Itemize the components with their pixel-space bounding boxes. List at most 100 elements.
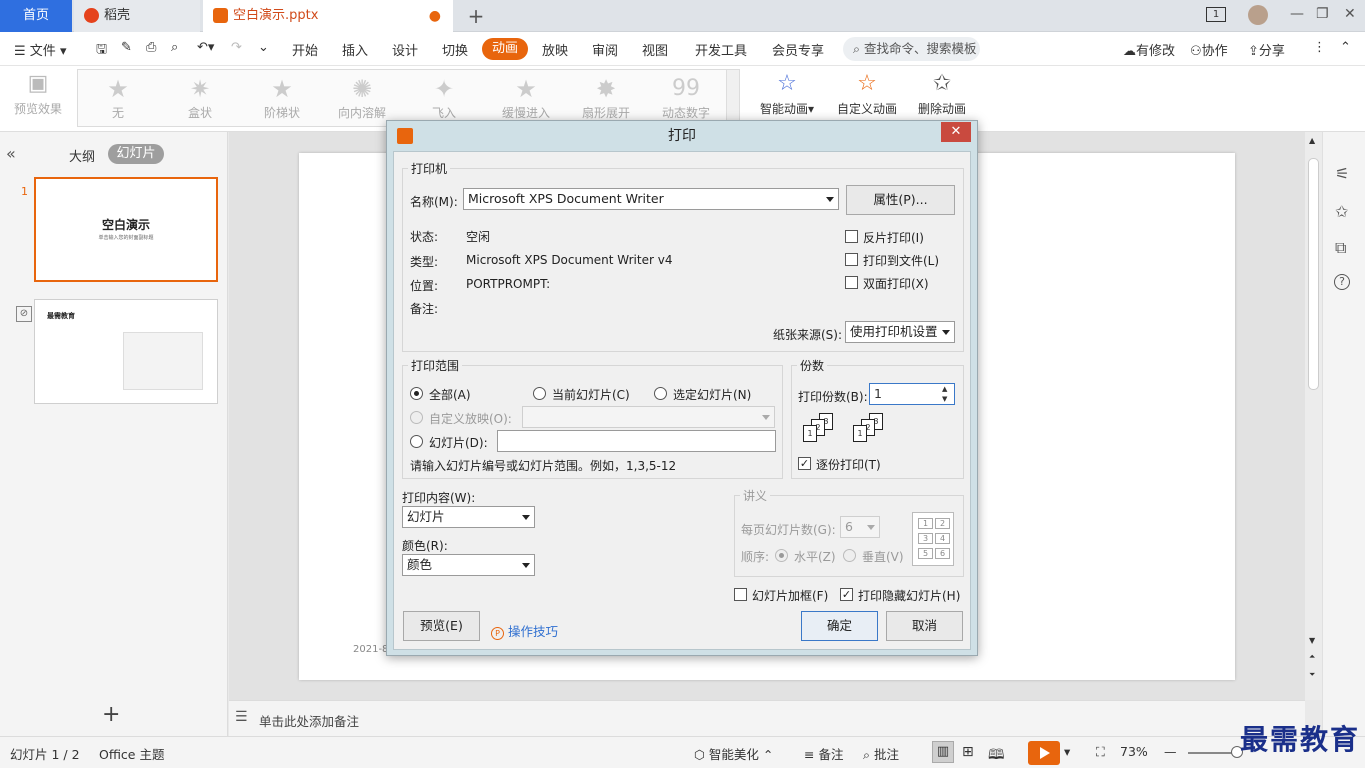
normal-view-icon[interactable]: ▥: [932, 741, 954, 763]
menu-slideshow[interactable]: 放映: [542, 40, 568, 59]
menu-animation[interactable]: 动画: [482, 38, 528, 60]
slide-range-input[interactable]: [497, 430, 776, 452]
add-slide-button[interactable]: +: [102, 702, 120, 727]
copies-spinner-up-icon[interactable]: ▲: [942, 385, 947, 393]
notes-area[interactable]: ☰ 单击此处添加备注: [229, 700, 1305, 736]
frame-slides-checkbox[interactable]: [734, 588, 747, 601]
minimize-icon[interactable]: —: [1290, 6, 1304, 22]
slide-thumbnail-2[interactable]: 最需教育: [34, 299, 218, 404]
range-all-radio[interactable]: [410, 387, 423, 400]
scroll-thumb[interactable]: [1308, 158, 1319, 390]
help-icon[interactable]: ?: [1334, 274, 1350, 290]
gallery-item-stairs[interactable]: ★ 阶梯状: [242, 70, 322, 128]
print-to-file-checkbox[interactable]: [845, 253, 858, 266]
preview-effect-button[interactable]: ▣ 预览效果: [8, 68, 68, 117]
vertical-scrollbar[interactable]: ▲ ▼ ⏶ ⏷: [1305, 132, 1322, 700]
next-slide-icon[interactable]: ⏷: [1309, 670, 1315, 680]
dialog-close-button[interactable]: ✕: [941, 122, 971, 142]
notes-button[interactable]: ≡ 备注: [804, 744, 843, 763]
beautify-button[interactable]: ⬡ 智能美化 ⌃: [694, 744, 773, 763]
redo-icon[interactable]: ↷: [231, 40, 242, 55]
cancel-button[interactable]: 取消: [886, 611, 963, 641]
menu-review[interactable]: 审阅: [592, 40, 618, 59]
comments-button[interactable]: ⌕ 批注: [863, 744, 899, 763]
copies-spinner-down-icon[interactable]: ▼: [942, 395, 947, 403]
collapse-ribbon-icon[interactable]: ⌃: [1340, 40, 1351, 55]
undo-icon[interactable]: ↶▾: [197, 40, 214, 55]
slides-per-page-select[interactable]: 6: [840, 516, 880, 538]
share-button[interactable]: ⇪分享: [1248, 40, 1285, 59]
duplex-checkbox[interactable]: [845, 276, 858, 289]
preview-button[interactable]: 预览(E): [403, 611, 480, 641]
page-count-badge[interactable]: 1: [1206, 7, 1226, 22]
ok-button[interactable]: 确定: [801, 611, 878, 641]
copy-icon[interactable]: ⧉: [1335, 238, 1346, 258]
slide-sorter-icon[interactable]: ⊞: [962, 744, 974, 760]
play-dropdown-icon[interactable]: ▾: [1064, 744, 1070, 759]
scroll-down-icon[interactable]: ▼: [1309, 636, 1315, 645]
collate-checkbox[interactable]: ✓: [798, 457, 811, 470]
custom-animation-button[interactable]: ☆ 自定义动画: [834, 68, 900, 117]
save-icon[interactable]: 🖫: [96, 40, 107, 62]
print-hidden-checkbox[interactable]: ✓: [840, 588, 853, 601]
quick-access-dropdown-icon[interactable]: ⌄: [258, 40, 269, 55]
printer-name-select[interactable]: Microsoft XPS Document Writer: [463, 188, 839, 210]
print-icon[interactable]: ⎙: [146, 40, 156, 55]
menu-design[interactable]: 设计: [392, 40, 418, 59]
adjust-icon[interactable]: ⚟: [1335, 164, 1349, 183]
unsaved-dot-icon[interactable]: ●: [429, 0, 441, 32]
tab-document[interactable]: 空白演示.pptx ●: [203, 0, 453, 32]
order-horizontal-radio[interactable]: [775, 549, 788, 562]
print-preview-icon[interactable]: ⌕: [171, 40, 178, 55]
play-slideshow-button[interactable]: [1028, 741, 1060, 765]
range-selected-radio[interactable]: [654, 387, 667, 400]
gallery-item-box[interactable]: ✷ 盒状: [160, 70, 240, 128]
fit-window-icon[interactable]: ⛶: [1096, 744, 1105, 760]
slide-thumbnail-1[interactable]: 空白演示 单击输入您的封面副标题: [34, 177, 218, 282]
tab-outline[interactable]: 大纲: [69, 146, 95, 165]
custom-show-select[interactable]: [522, 406, 775, 428]
reading-view-icon[interactable]: 🕮: [988, 744, 1005, 768]
status-label: 状态:: [410, 230, 439, 244]
printer-properties-button[interactable]: 属性(P)...: [846, 185, 955, 215]
reverse-print-checkbox[interactable]: [845, 230, 858, 243]
prev-slide-icon[interactable]: ⏶: [1309, 652, 1315, 662]
tab-home[interactable]: 首页: [0, 0, 72, 32]
format-painter-icon[interactable]: ✎: [121, 40, 132, 55]
more-icon[interactable]: ⋮: [1313, 40, 1326, 55]
order-vertical-radio[interactable]: [843, 549, 856, 562]
delete-animation-button[interactable]: ✩ 删除动画: [914, 68, 970, 117]
zoom-level[interactable]: 73%: [1120, 744, 1148, 759]
file-menu[interactable]: ☰ 文件 ▾: [14, 40, 66, 59]
menu-view[interactable]: 视图: [642, 40, 668, 59]
zoom-out-icon[interactable]: —: [1164, 744, 1177, 759]
gallery-scroll[interactable]: [726, 70, 739, 126]
smart-animation-button[interactable]: ☆ 智能动画▾: [756, 68, 818, 117]
gallery-item-none[interactable]: ★ 无: [78, 70, 158, 128]
menu-insert[interactable]: 插入: [342, 40, 368, 59]
command-search[interactable]: ⌕ 查找命令、搜索模板: [843, 37, 980, 61]
theme-name[interactable]: Office 主题: [99, 744, 164, 763]
color-select[interactable]: 颜色: [402, 554, 535, 576]
tips-link[interactable]: P 操作技巧: [491, 621, 558, 640]
range-slides-radio[interactable]: [410, 435, 423, 448]
print-content-select[interactable]: 幻灯片: [402, 506, 535, 528]
collab-button[interactable]: ⚇协作: [1190, 40, 1228, 59]
modified-button[interactable]: ☁有修改: [1123, 40, 1175, 59]
menu-start[interactable]: 开始: [292, 40, 318, 59]
restore-icon[interactable]: ❐: [1316, 6, 1329, 22]
avatar[interactable]: [1248, 5, 1268, 25]
animation-pane-icon[interactable]: ✩: [1335, 202, 1348, 221]
tab-slides[interactable]: 幻灯片: [108, 144, 164, 164]
tab-daoke[interactable]: 稻壳: [74, 0, 200, 32]
collapse-panel-icon[interactable]: «: [6, 144, 16, 163]
new-tab-button[interactable]: +: [464, 4, 488, 28]
menu-developer[interactable]: 开发工具: [695, 40, 747, 59]
scroll-up-icon[interactable]: ▲: [1309, 136, 1315, 145]
range-custom-radio[interactable]: [410, 411, 423, 424]
range-current-radio[interactable]: [533, 387, 546, 400]
close-window-icon[interactable]: ✕: [1344, 6, 1356, 22]
menu-transition[interactable]: 切换: [442, 40, 468, 59]
paper-source-select[interactable]: 使用打印机设置: [845, 321, 955, 343]
menu-member[interactable]: 会员专享: [772, 40, 824, 59]
